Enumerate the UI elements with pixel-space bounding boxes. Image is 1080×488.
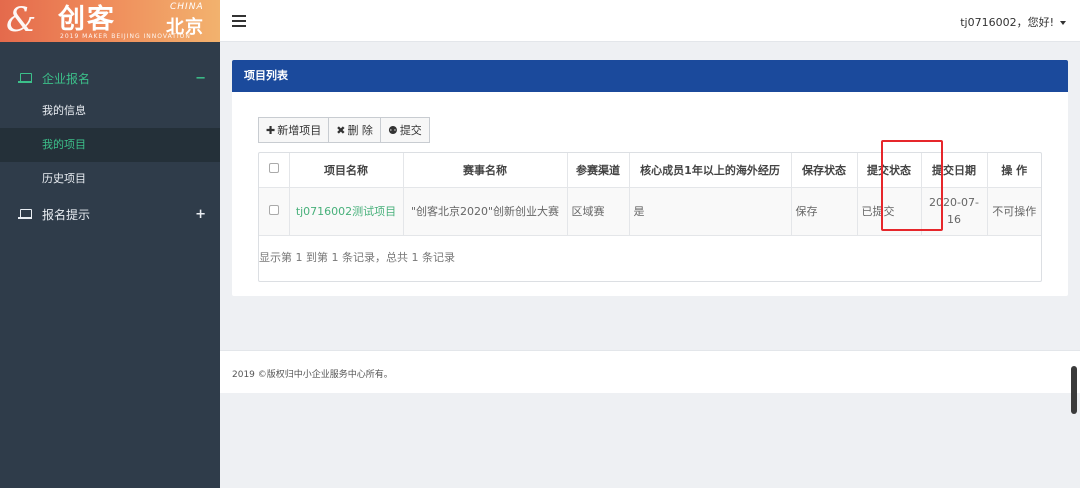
caret-down-icon: [1060, 21, 1066, 25]
project-list-panel: 项目列表 ✚ 新增项目 ✖ 删 除 ⚉ 提交 项目名称 赛事名称 参赛渠道 核心…: [232, 60, 1068, 296]
delete-button[interactable]: ✖ 删 除: [328, 117, 381, 143]
table-row: tj0716002测试项目 "创客北京2020"创新创业大赛 区域赛 是 保存 …: [259, 187, 1041, 236]
select-all-header: [259, 153, 290, 188]
logo-china: CHINA: [170, 2, 204, 12]
logo-subtitle: 2019 MAKER BEIJING INNOVATION: [60, 33, 191, 40]
copyright-text: 2019 ©版权归中小企业服务中心所有。: [232, 370, 393, 380]
row-select-cell: [259, 187, 290, 236]
logo-text: 创客: [58, 4, 116, 35]
column-header[interactable]: 参赛渠道: [567, 153, 630, 188]
submit-label: 提交: [399, 124, 422, 137]
column-header[interactable]: 提交状态: [857, 153, 922, 188]
event-name-cell: "创客北京2020"创新创业大赛: [403, 187, 568, 236]
submit-button[interactable]: ⚉ 提交: [379, 117, 430, 143]
pagination-summary: 显示第 1 到第 1 条记录，总共 1 条记录: [259, 251, 455, 264]
footer: 2019 ©版权归中小企业服务中心所有。: [220, 350, 1080, 393]
panel-title: 项目列表: [232, 60, 1068, 92]
row-checkbox[interactable]: [268, 204, 279, 215]
save-status-cell: 保存: [791, 187, 858, 236]
user-greeting: tj0716002，您好!: [960, 16, 1054, 29]
user-menu[interactable]: tj0716002，您好!: [960, 14, 1066, 30]
laptop-icon: [18, 73, 32, 83]
project-table-container: 项目名称 赛事名称 参赛渠道 核心成员1年以上的海外经历 保存状态 提交状态 提…: [258, 140, 1042, 282]
expand-icon[interactable]: +: [195, 207, 206, 222]
delete-label: 删 除: [347, 124, 373, 137]
column-header[interactable]: 核心成员1年以上的海外经历: [629, 153, 792, 188]
action-cell: 不可操作: [987, 187, 1041, 236]
sidebar-nav: 企业报名 − 我的信息 我的项目 历史项目 报名提示 +: [0, 62, 220, 230]
sidebar-group-label: 企业报名: [42, 71, 91, 86]
project-table: 项目名称 赛事名称 参赛渠道 核心成员1年以上的海外经历 保存状态 提交状态 提…: [259, 153, 1041, 236]
column-header[interactable]: 赛事名称: [403, 153, 568, 188]
hamburger-icon[interactable]: [232, 15, 246, 27]
stamp-icon: ⚉: [387, 123, 398, 137]
column-header[interactable]: 提交日期: [921, 153, 988, 188]
column-header[interactable]: 保存状态: [791, 153, 858, 188]
sidebar-item-my-info[interactable]: 我的信息: [0, 94, 220, 128]
add-project-button[interactable]: ✚ 新增项目: [258, 117, 330, 143]
close-icon: ✖: [336, 123, 346, 137]
sidebar-group-label: 报名提示: [42, 207, 91, 222]
column-header[interactable]: 项目名称: [289, 153, 404, 188]
submit-date-cell: 2020-07-16: [921, 187, 988, 236]
top-bar: tj0716002，您好!: [220, 0, 1080, 42]
sidebar-group-enterprise-signup[interactable]: 企业报名 −: [0, 62, 220, 94]
scrollbar-thumb[interactable]: [1071, 366, 1077, 414]
logo-mark-icon: &: [6, 0, 37, 40]
channel-cell: 区域赛: [567, 187, 630, 236]
sidebar-item-my-projects[interactable]: 我的项目: [0, 128, 220, 162]
column-header[interactable]: 操 作: [987, 153, 1041, 188]
collapse-icon[interactable]: −: [195, 71, 206, 86]
overseas-cell: 是: [629, 187, 792, 236]
laptop-icon: [18, 209, 32, 219]
submit-status-cell: 已提交: [857, 187, 922, 236]
sidebar-item-history-projects[interactable]: 历史项目: [0, 162, 220, 196]
add-project-label: 新增项目: [277, 124, 322, 137]
toolbar: ✚ 新增项目 ✖ 删 除 ⚉ 提交: [258, 117, 430, 143]
project-name-link[interactable]: tj0716002测试项目: [289, 187, 404, 236]
select-all-checkbox[interactable]: [268, 163, 279, 174]
brand-logo[interactable]: & 创客 CHINA 北京 2019 MAKER BEIJING INNOVAT…: [0, 0, 220, 42]
table-header-row: 项目名称 赛事名称 参赛渠道 核心成员1年以上的海外经历 保存状态 提交状态 提…: [259, 153, 1041, 188]
sidebar-group-signup-tips[interactable]: 报名提示 +: [0, 198, 220, 230]
plus-icon: ✚: [266, 123, 276, 137]
sidebar: & 创客 CHINA 北京 2019 MAKER BEIJING INNOVAT…: [0, 0, 220, 488]
